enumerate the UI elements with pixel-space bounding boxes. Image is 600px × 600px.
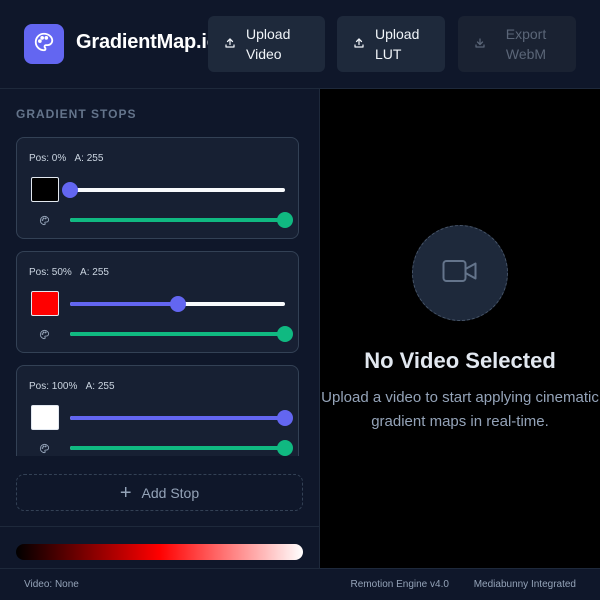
palette-icon [39, 327, 50, 345]
palette-icon [33, 31, 55, 58]
palette-icon [39, 213, 50, 231]
alpha-slider[interactable] [70, 326, 293, 342]
video-placeholder [412, 225, 508, 321]
download-icon [474, 34, 486, 54]
stop-alpha-label: A: 255 [74, 153, 104, 164]
position-slider[interactable] [62, 182, 285, 198]
alpha-slider-fill [70, 332, 285, 336]
gradient-stop-card: Pos: 100% A: 255 [16, 365, 299, 456]
stop-position-label: Pos: 0% [29, 153, 67, 164]
position-slider-thumb[interactable] [62, 182, 78, 198]
divider [0, 526, 319, 527]
alpha-slider[interactable] [70, 212, 293, 228]
stop-meta: Pos: 100% A: 255 [29, 381, 121, 392]
upload-lut-button[interactable]: Upload LUT [337, 16, 445, 72]
empty-state-title: No Video Selected [364, 348, 556, 373]
position-slider[interactable] [70, 410, 293, 426]
position-slider[interactable] [70, 296, 285, 312]
app-logo [24, 24, 64, 64]
upload-icon [353, 34, 365, 54]
empty-state-description: Upload a video to start applying cinemat… [321, 389, 599, 430]
stop-position-label: Pos: 50% [29, 267, 72, 278]
app-title: GradientMap.io [76, 31, 219, 53]
upload-video-label: Upload Video [246, 26, 291, 62]
stop-meta: Pos: 0% A: 255 [29, 153, 109, 164]
footer-info: Remotion Engine v4.0 Mediabunny Integrat… [351, 579, 576, 590]
alpha-slider-fill [70, 446, 285, 450]
stop-color-swatch[interactable] [31, 177, 59, 202]
upload-icon [224, 34, 236, 54]
app-header: GradientMap.io Upload Video Upload LUT E… [0, 0, 600, 89]
alpha-slider[interactable] [70, 440, 293, 456]
gradient-preview-bar [16, 544, 303, 560]
gradient-stop-card: Pos: 0% A: 255 [16, 137, 299, 239]
stop-position-label: Pos: 100% [29, 381, 78, 392]
sidebar: GRADIENT STOPS Pos: 0% A: 255 Pos: 50% A… [0, 89, 320, 568]
stop-alpha-label: A: 255 [80, 267, 109, 278]
engine-version: Remotion Engine v4.0 [350, 579, 449, 590]
alpha-slider-thumb[interactable] [277, 212, 293, 228]
position-slider-thumb[interactable] [169, 296, 186, 312]
stop-color-swatch[interactable] [31, 291, 59, 316]
integration-status: Mediabunny Integrated [473, 579, 576, 590]
gradient-stop-card: Pos: 50% A: 255 [16, 251, 299, 353]
stop-color-swatch[interactable] [31, 405, 59, 430]
stop-alpha-label: A: 255 [85, 381, 115, 392]
export-webm-label: Export WebM [505, 26, 547, 62]
alpha-slider-fill [70, 218, 285, 222]
position-slider-fill [70, 416, 285, 420]
export-webm-button[interactable]: Export WebM [458, 16, 576, 72]
video-camera-icon [442, 258, 478, 289]
position-slider-thumb[interactable] [277, 410, 293, 426]
palette-icon [39, 441, 50, 456]
upload-video-button[interactable]: Upload Video [208, 16, 325, 72]
video-preview-area: No Video Selected Upload a video to star… [320, 89, 600, 568]
status-bar: Video: None Remotion Engine v4.0 Mediabu… [0, 568, 600, 600]
gradient-stops-list[interactable]: Pos: 0% A: 255 Pos: 50% A: 255 Pos: 100%… [0, 129, 319, 456]
alpha-slider-thumb[interactable] [277, 440, 293, 456]
plus-icon: + [119, 481, 132, 504]
add-stop-label: Add Stop [141, 484, 200, 501]
upload-lut-label: Upload LUT [375, 26, 420, 62]
position-slider-fill [70, 302, 178, 306]
stop-meta: Pos: 50% A: 255 [29, 267, 115, 278]
alpha-slider-thumb[interactable] [277, 326, 293, 342]
video-status: Video: None [24, 579, 79, 590]
add-stop-button[interactable]: + Add Stop [16, 474, 303, 511]
section-title: GRADIENT STOPS [16, 107, 137, 121]
